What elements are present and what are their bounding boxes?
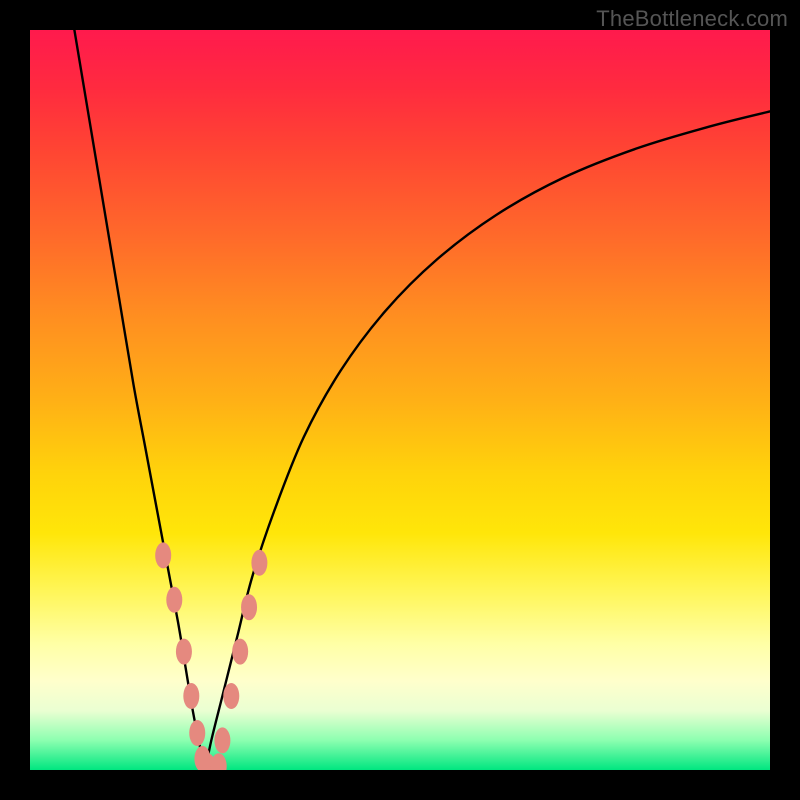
left-dot-5 [189,720,205,746]
left-dot-2 [166,587,182,613]
curve-right [205,111,770,770]
right-dot-3 [232,639,248,665]
left-dot-3 [176,639,192,665]
right-dot-4 [241,594,257,620]
bottom-dot-2 [211,753,227,770]
outer-frame: TheBottleneck.com [0,0,800,800]
chart-svg [30,30,770,770]
right-dot-5 [251,550,267,576]
left-dot-1 [155,542,171,568]
right-dot-1 [214,727,230,753]
left-dot-4 [183,683,199,709]
right-dot-2 [223,683,239,709]
watermark-text: TheBottleneck.com [596,6,788,32]
plot-area [30,30,770,770]
